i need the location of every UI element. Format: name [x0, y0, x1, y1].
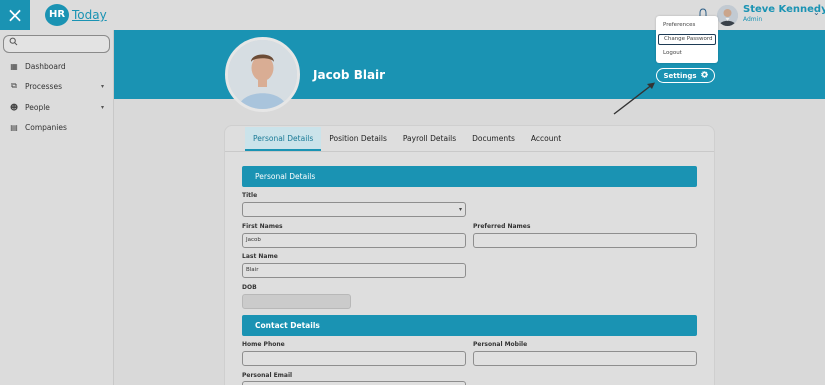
dob-label: DOB — [242, 284, 257, 291]
profile-photo — [225, 37, 300, 112]
chevron-down-icon: ▾ — [100, 82, 104, 90]
tab-divider — [225, 151, 714, 152]
personal-mobile-field[interactable] — [473, 351, 697, 366]
profile-banner — [114, 30, 825, 99]
sidebar-item-dashboard[interactable]: ▦ Dashboard — [9, 59, 104, 73]
home-phone-field[interactable] — [242, 351, 466, 366]
sidebar-item-label: Companies — [25, 122, 67, 132]
sidebar: ▦ Dashboard ⧉ Processes ▾ ☻ People ▾ ▤ C… — [0, 30, 114, 385]
search-icon — [9, 37, 18, 49]
menu-item-logout[interactable]: Logout — [658, 48, 716, 59]
menu-item-preferences[interactable]: Preferences — [658, 20, 716, 31]
section-header-personal-details: Personal Details — [242, 166, 697, 187]
chevron-down-icon: ▾ — [458, 206, 462, 213]
tab-account[interactable]: Account — [523, 127, 569, 151]
sidebar-item-label: Processes — [25, 81, 62, 91]
profile-details-card — [224, 125, 715, 385]
title-select[interactable]: ▾ — [242, 202, 466, 217]
search-input[interactable] — [3, 35, 110, 53]
settings-button[interactable]: Settings — [656, 68, 715, 83]
annotation-arrow — [613, 82, 655, 115]
close-menu-button[interactable]: × — [0, 0, 30, 30]
sidebar-item-people[interactable]: ☻ People ▾ — [9, 100, 104, 114]
sidebar-item-label: Dashboard — [25, 61, 66, 71]
sidebar-item-companies[interactable]: ▤ Companies — [9, 120, 104, 134]
settings-dropdown-menu: Preferences Change Password Logout — [656, 16, 718, 63]
home-phone-label: Home Phone — [242, 341, 285, 348]
chevron-down-icon: ▾ — [100, 103, 104, 111]
processes-icon: ⧉ — [11, 81, 17, 90]
user-avatar[interactable] — [717, 5, 738, 26]
logo-mark: HR — [45, 4, 69, 26]
first-names-field[interactable]: Jacob — [242, 233, 466, 248]
menu-item-change-password[interactable]: Change Password — [658, 34, 716, 45]
tab-payroll-details[interactable]: Payroll Details — [395, 127, 464, 151]
logo[interactable]: HR Today — [45, 4, 107, 26]
chevron-down-icon[interactable]: ⌄ — [813, 8, 820, 17]
preferred-names-field[interactable] — [473, 233, 697, 248]
close-icon: × — [6, 3, 24, 27]
section-header-contact-details: Contact Details — [242, 315, 697, 336]
sidebar-item-processes[interactable]: ⧉ Processes ▾ — [9, 79, 104, 93]
preferred-names-label: Preferred Names — [473, 223, 531, 230]
gear-icon — [700, 71, 708, 80]
personal-email-label: Personal Email — [242, 372, 293, 379]
tab-position-details[interactable]: Position Details — [321, 127, 395, 151]
first-names-label: First Names — [242, 223, 283, 230]
dashboard-icon: ▦ — [10, 61, 18, 71]
tab-bar: Personal Details Position Details Payrol… — [245, 127, 569, 151]
dob-field[interactable] — [242, 294, 351, 309]
last-name-field[interactable]: Blair — [242, 263, 466, 278]
profile-name: Jacob Blair — [313, 68, 386, 82]
title-label: Title — [242, 192, 258, 199]
last-name-label: Last Name — [242, 253, 278, 260]
settings-label: Settings — [663, 71, 697, 80]
companies-icon: ▤ — [10, 122, 18, 132]
logo-text: Today — [72, 8, 107, 22]
personal-mobile-label: Personal Mobile — [473, 341, 528, 348]
user-role: Admin — [743, 16, 763, 23]
tab-documents[interactable]: Documents — [464, 127, 523, 151]
sidebar-item-label: People — [25, 102, 50, 112]
tab-personal-details[interactable]: Personal Details — [245, 127, 322, 151]
people-icon: ☻ — [9, 102, 19, 112]
personal-email-field[interactable] — [242, 381, 466, 385]
